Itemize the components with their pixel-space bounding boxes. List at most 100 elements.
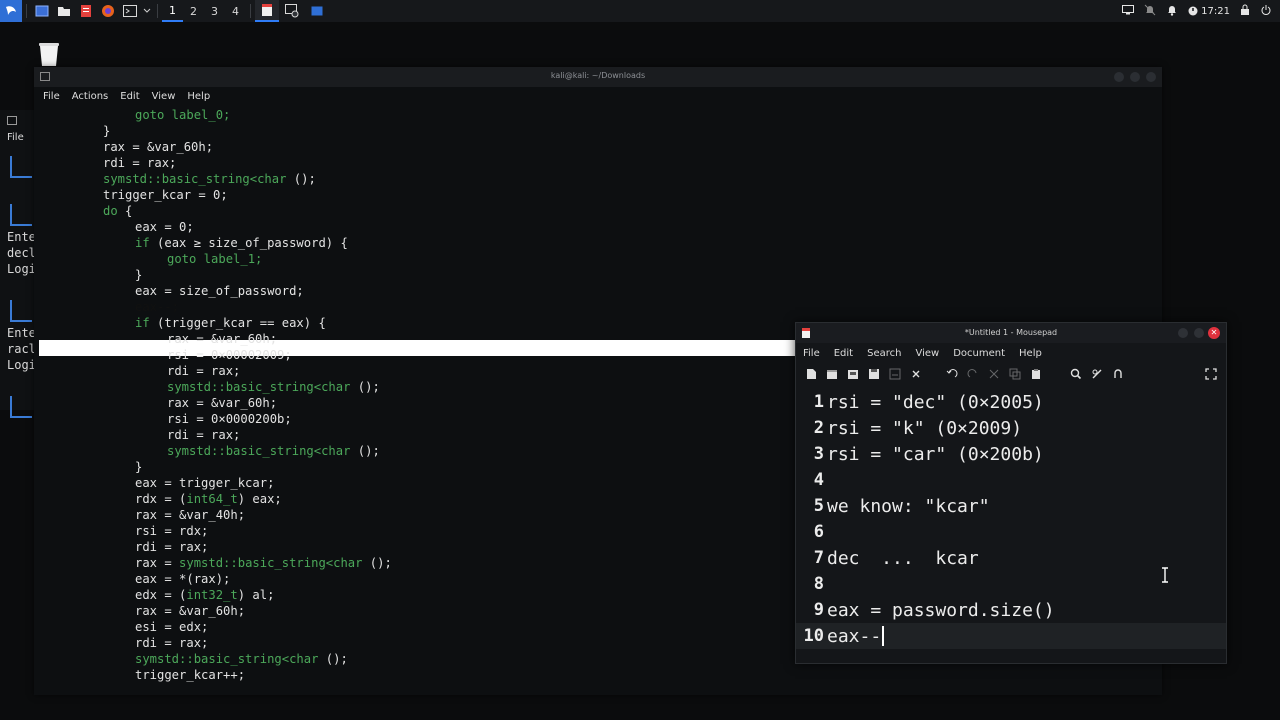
text-cursor-icon [1162, 567, 1168, 583]
mousepad-titlebar[interactable]: *Untitled 1 - Mousepad ✕ [796, 323, 1226, 343]
menu-file[interactable]: File [43, 91, 60, 102]
terminal-titlebar[interactable]: kali@kali: ~/Downloads [34, 67, 1162, 87]
line-number: 1 [813, 392, 824, 412]
editor-line[interactable]: 9 eax = password.size() [796, 597, 1226, 623]
menu-view[interactable]: View [152, 91, 176, 102]
muted-bell-icon[interactable] [1144, 4, 1156, 19]
clock: 17:21 [1201, 5, 1230, 17]
paste-icon[interactable] [1029, 367, 1043, 381]
workspace-4[interactable]: 4 [225, 0, 246, 22]
menu-edit[interactable]: Edit [834, 348, 853, 359]
maximize-button[interactable] [1130, 72, 1140, 82]
code-line: trigger_kcar = 0; [103, 187, 228, 203]
code-line: rax = &var_60h; [135, 603, 245, 619]
code-token: eax = size_of_password; [135, 284, 304, 298]
power-icon[interactable]: 17:21 [1188, 6, 1230, 17]
terminal-icon[interactable] [119, 0, 141, 22]
menu-search[interactable]: Search [867, 348, 901, 359]
open-file-icon[interactable] [846, 367, 860, 381]
close-button[interactable]: ✕ [1208, 327, 1220, 339]
redo-icon[interactable] [966, 367, 980, 381]
code-token: rax = &var_60h; [135, 604, 246, 618]
workspace-3[interactable]: 3 [204, 0, 225, 22]
menu-help[interactable]: Help [187, 91, 210, 102]
undo-icon[interactable] [945, 367, 959, 381]
file-manager-icon[interactable] [53, 0, 75, 22]
editor-line[interactable]: 2 rsi = "k" (0×2009) [796, 415, 1226, 441]
firefox-icon[interactable] [97, 0, 119, 22]
mousepad-window[interactable]: *Untitled 1 - Mousepad ✕ File Edit Searc… [795, 322, 1227, 664]
menu-document[interactable]: Document [953, 348, 1005, 359]
line-number: 2 [813, 418, 824, 438]
taskbar-mousepad[interactable] [255, 0, 279, 22]
search-icon[interactable] [1069, 367, 1083, 381]
minimize-button[interactable] [1178, 328, 1188, 338]
bg-line: Ente [7, 326, 36, 340]
menu-view[interactable]: View [915, 348, 939, 359]
code-line: rax = &var_60h; [167, 395, 277, 411]
find-replace-icon[interactable] [1090, 367, 1104, 381]
notification-bell-icon[interactable] [1166, 4, 1178, 19]
editor-line[interactable]: 6 [796, 519, 1226, 545]
chevron-down-icon[interactable] [141, 0, 153, 22]
go-to-line-icon[interactable] [1111, 367, 1125, 381]
code-line: } [135, 459, 142, 475]
code-line: } [135, 267, 142, 283]
menu-edit[interactable]: Edit [120, 91, 139, 102]
editor-line[interactable]: 4 [796, 467, 1226, 493]
taskbar-terminal[interactable] [279, 0, 305, 22]
cut-icon[interactable] [987, 367, 1001, 381]
code-token: rdi = rax; [135, 636, 209, 650]
maximize-button[interactable] [1194, 328, 1204, 338]
editor-line[interactable]: 10 eax-- [796, 623, 1226, 649]
new-file-icon[interactable] [804, 367, 818, 381]
editor-line[interactable]: 5 we know: "kcar" [796, 493, 1226, 519]
code-line: rdi = rax; [167, 427, 240, 443]
menu-actions[interactable]: Actions [72, 91, 109, 102]
code-token: (); [350, 380, 380, 394]
code-line: rdi = rax; [135, 539, 208, 555]
mousepad-menubar: File Edit Search View Document Help [796, 343, 1226, 363]
fullscreen-icon[interactable] [1205, 368, 1217, 380]
copy-icon[interactable] [1008, 367, 1022, 381]
close-button[interactable] [1146, 72, 1156, 82]
close-tab-icon[interactable] [909, 367, 923, 381]
taskbar-app[interactable] [305, 0, 329, 22]
logout-icon[interactable] [1260, 4, 1272, 19]
code-token: do [103, 204, 118, 218]
code-token: rdi = rax; [103, 156, 177, 170]
workspace-1[interactable]: 1 [162, 0, 183, 22]
code-token: rax = [135, 556, 180, 570]
show-desktop-icon[interactable] [31, 0, 53, 22]
menu-file[interactable]: File [803, 348, 820, 359]
editor-line[interactable]: 3 rsi = "car" (0×200b) [796, 441, 1226, 467]
display-icon[interactable] [1122, 4, 1135, 18]
editor-line[interactable]: 1 rsi = "dec" (0×2005) [796, 389, 1226, 415]
bg-line: Ente [7, 230, 36, 244]
mousepad-editor[interactable]: 1 rsi = "dec" (0×2005) 2 rsi = "k" (0×2009)… [796, 389, 1226, 663]
line-number: 6 [813, 522, 824, 542]
code-token: rdi = rax; [135, 540, 209, 554]
kali-menu-icon[interactable] [0, 0, 22, 22]
line-number: 4 [813, 470, 824, 490]
line-number: 5 [813, 496, 824, 516]
code-line: rdi = rax; [135, 635, 208, 651]
code-token: goto label_0; [135, 108, 231, 122]
terminal-window-icon [7, 116, 17, 125]
lock-icon[interactable] [1240, 4, 1250, 19]
minimize-button[interactable] [1114, 72, 1124, 82]
new-window-icon[interactable] [825, 367, 839, 381]
save-as-icon[interactable] [888, 367, 902, 381]
code-line: rax = &var_40h; [135, 507, 245, 523]
workspace-2[interactable]: 2 [183, 0, 204, 22]
bg-menu-file[interactable]: File [7, 132, 24, 143]
text-editor-icon[interactable] [75, 0, 97, 22]
code-line: if (eax ≥ size_of_password) { [135, 235, 348, 251]
save-icon[interactable] [867, 367, 881, 381]
code-token: } [135, 460, 143, 474]
line-number: 7 [813, 548, 824, 568]
trash-icon[interactable] [36, 40, 62, 68]
code-token: rax = &var_40h; [135, 508, 246, 522]
line-number: 10 [803, 626, 824, 646]
menu-help[interactable]: Help [1019, 348, 1042, 359]
